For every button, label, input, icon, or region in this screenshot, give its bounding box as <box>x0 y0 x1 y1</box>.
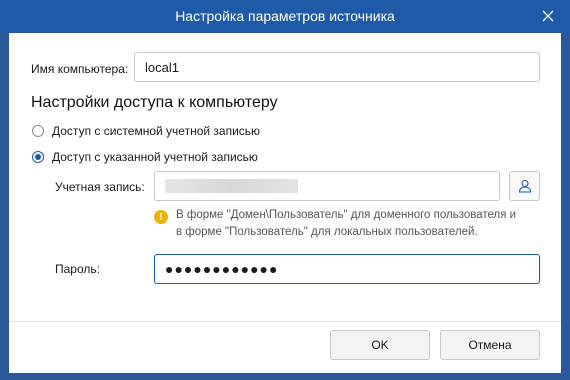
account-hint: В форме "Домен\Пользователь" для доменно… <box>176 207 516 241</box>
radio-specified-account-button[interactable] <box>32 151 44 163</box>
password-value: ●●●●●●●●●●●● <box>165 261 279 277</box>
computer-name-label: Имя компьютера: <box>31 62 129 76</box>
account-input[interactable] <box>154 171 500 201</box>
select-user-button[interactable] <box>509 171 540 201</box>
radio-system-account-button[interactable] <box>32 125 44 137</box>
footer-divider <box>9 321 561 322</box>
cancel-button[interactable]: Отмена <box>440 330 540 360</box>
user-icon <box>518 179 531 193</box>
account-label: Учетная запись: <box>55 180 145 194</box>
computer-name-value: local1 <box>145 59 179 75</box>
radio-specified-account[interactable]: Доступ с указанной учетной записью <box>32 150 258 164</box>
account-hint-line2: в форме "Пользователь" для локальных пол… <box>176 226 478 238</box>
account-hint-line1: В форме "Домен\Пользователь" для доменно… <box>176 209 517 221</box>
ok-button[interactable]: OK <box>330 330 430 360</box>
warning-icon: ! <box>154 210 168 224</box>
section-title: Настройки доступа к компьютеру <box>31 94 278 111</box>
password-label: Пароль: <box>55 262 100 276</box>
account-value-redacted <box>165 179 298 193</box>
computer-name-input[interactable]: local1 <box>134 52 540 82</box>
dialog-body: Имя компьютера: local1 Настройки доступа… <box>9 33 561 373</box>
window-title: Настройка параметров источника <box>175 8 395 24</box>
close-icon[interactable] <box>538 6 558 26</box>
radio-specified-account-label: Доступ с указанной учетной записью <box>52 150 258 164</box>
password-input[interactable]: ●●●●●●●●●●●● <box>154 254 540 284</box>
radio-system-account[interactable]: Доступ с системной учетной записью <box>32 124 260 138</box>
radio-system-account-label: Доступ с системной учетной записью <box>52 124 261 138</box>
title-bar: Настройка параметров источника <box>0 0 570 33</box>
